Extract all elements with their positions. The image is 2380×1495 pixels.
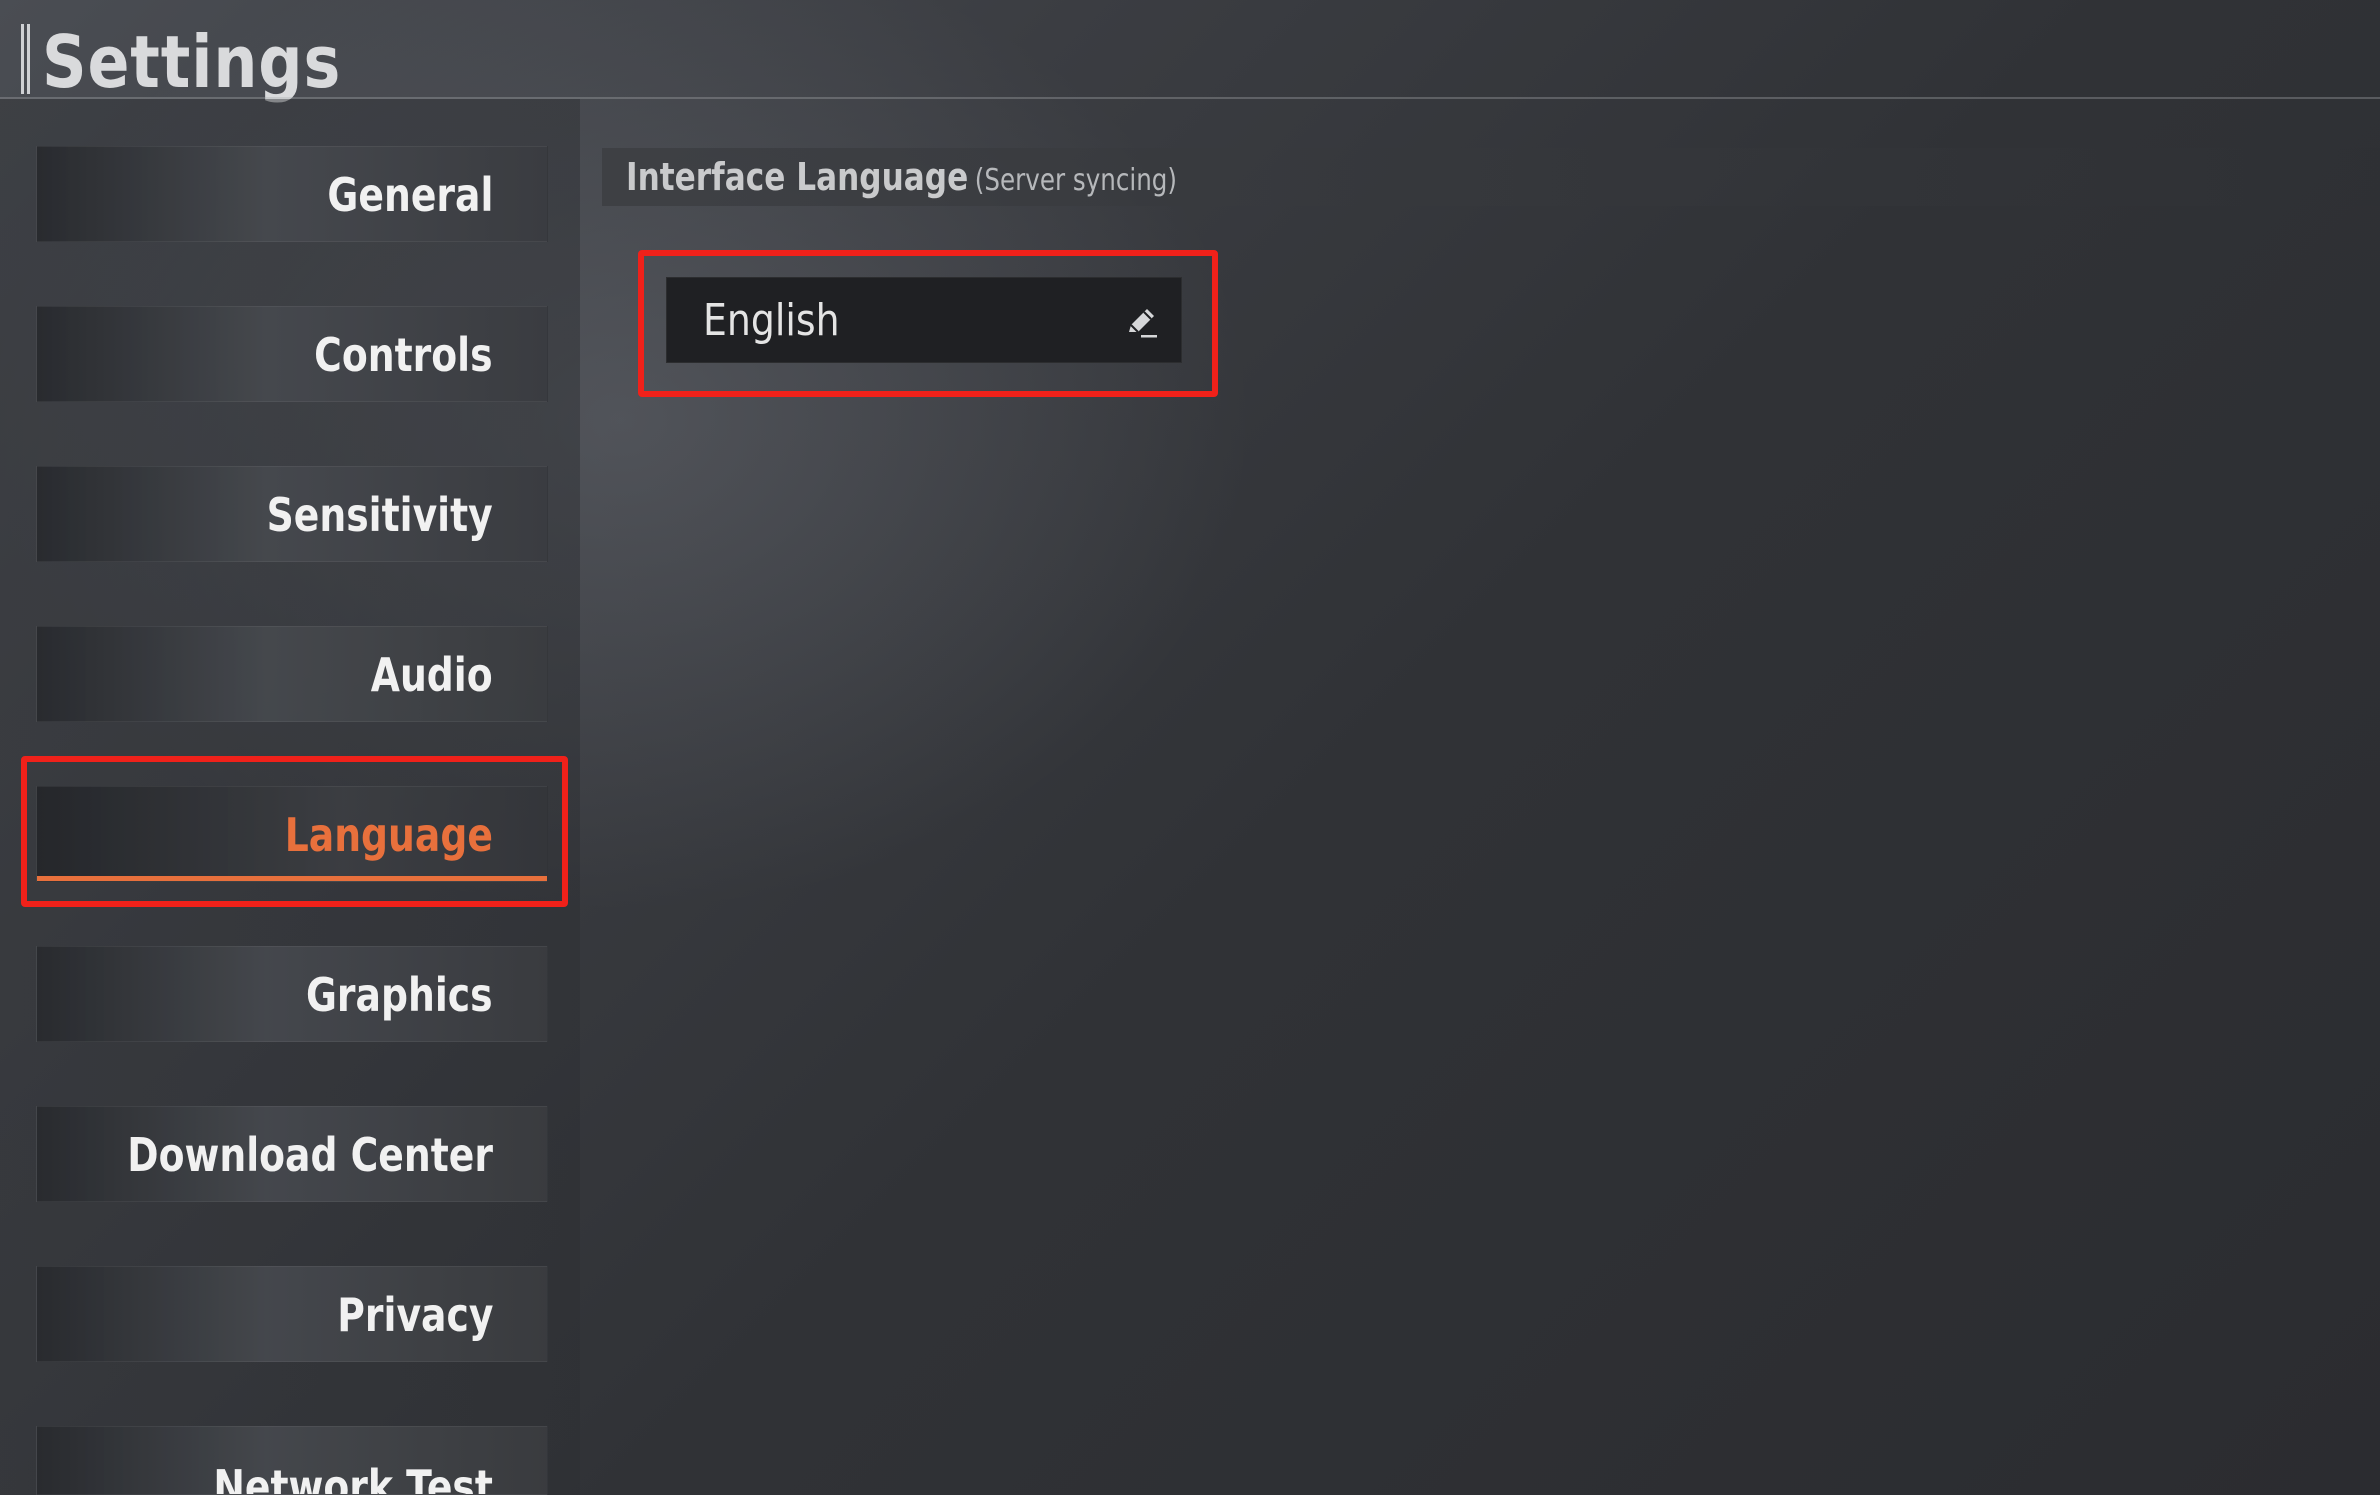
sidebar-item-privacy[interactable]: Privacy [36,1266,548,1362]
sidebar-item-label: Controls [314,328,493,382]
active-indicator [37,876,547,881]
sidebar-item-label: Language [284,808,493,862]
page-title: Settings [42,20,342,104]
section-title: Interface Language (Server syncing) [626,148,1177,206]
sidebar-item-label: Graphics [306,968,493,1022]
sidebar: General Controls Sensitivity Audio Langu… [0,99,580,1495]
sidebar-item-sensitivity[interactable]: Sensitivity [36,466,548,562]
title-bar-icon [21,24,30,94]
sidebar-item-label: Privacy [336,1288,493,1342]
sidebar-item-label: General [327,168,493,222]
sidebar-item-controls[interactable]: Controls [36,306,548,402]
sidebar-item-audio[interactable]: Audio [36,626,548,722]
section-header: Interface Language (Server syncing) [602,148,2380,206]
sidebar-item-label: Download Center [127,1128,493,1182]
language-value: English [703,295,840,346]
sidebar-item-network-test[interactable]: Network Test [36,1426,548,1495]
language-selector[interactable]: English [666,277,1182,363]
pencil-icon[interactable] [1121,302,1161,342]
header: Settings [0,0,2380,104]
section-subtitle: (Server syncing) [974,163,1178,198]
sidebar-item-label: Sensitivity [266,488,493,542]
sidebar-item-label: Network Test [213,1460,493,1495]
sidebar-item-general[interactable]: General [36,146,548,242]
section-title-text: Interface Language [626,155,969,199]
sidebar-item-download-center[interactable]: Download Center [36,1106,548,1202]
sidebar-item-language[interactable]: Language [36,786,548,882]
sidebar-item-label: Audio [371,648,493,702]
sidebar-item-graphics[interactable]: Graphics [36,946,548,1042]
